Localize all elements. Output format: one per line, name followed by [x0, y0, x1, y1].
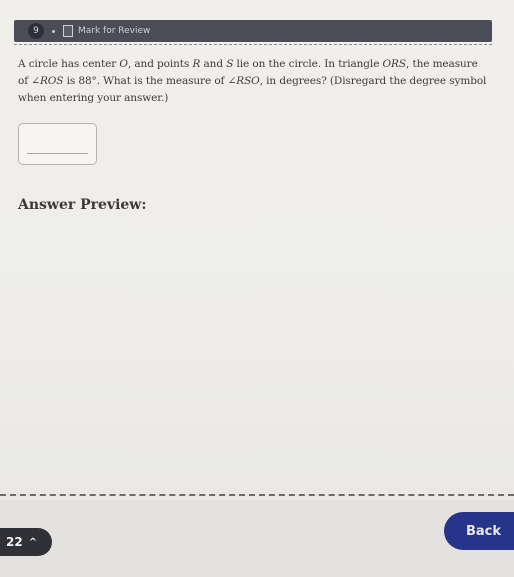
question-variable: RSO: [236, 75, 260, 87]
back-button[interactable]: Back: [444, 512, 514, 550]
answer-input[interactable]: [18, 123, 97, 165]
question-text-part: is 88°. What is the measure of ∠: [63, 75, 237, 87]
question-variable: O: [119, 58, 128, 70]
footer-divider: [0, 494, 514, 497]
question-variable: ORS: [382, 58, 407, 70]
separator-dot: [52, 29, 55, 33]
question-text-part: and: [200, 58, 227, 70]
question-navigator-button[interactable]: 22 ^: [0, 528, 52, 556]
back-button-label: Back: [466, 523, 502, 539]
bookmark-icon[interactable]: [63, 25, 73, 37]
answer-preview-label: Answer Preview:: [18, 197, 147, 213]
mark-for-review-button[interactable]: Mark for Review: [78, 26, 150, 36]
chevron-up-icon: ^: [28, 536, 38, 548]
question-text-part: A circle has center: [18, 58, 120, 70]
question-text-part: lie on the circle. In triangle: [233, 58, 383, 70]
question-variable: ROS: [39, 75, 64, 87]
question-text: A circle has center O, and points R and …: [18, 56, 488, 107]
question-text-part: , and points: [127, 58, 193, 70]
header-divider: [14, 44, 492, 46]
test-page: 9 Mark for Review A circle has center O,…: [0, 0, 514, 577]
question-number-badge: 9: [28, 23, 44, 39]
answer-input-underline: [27, 153, 88, 154]
question-navigator-label: 22: [6, 535, 23, 549]
question-header-bar: 9 Mark for Review: [14, 20, 492, 42]
footer-bar: [0, 500, 514, 577]
